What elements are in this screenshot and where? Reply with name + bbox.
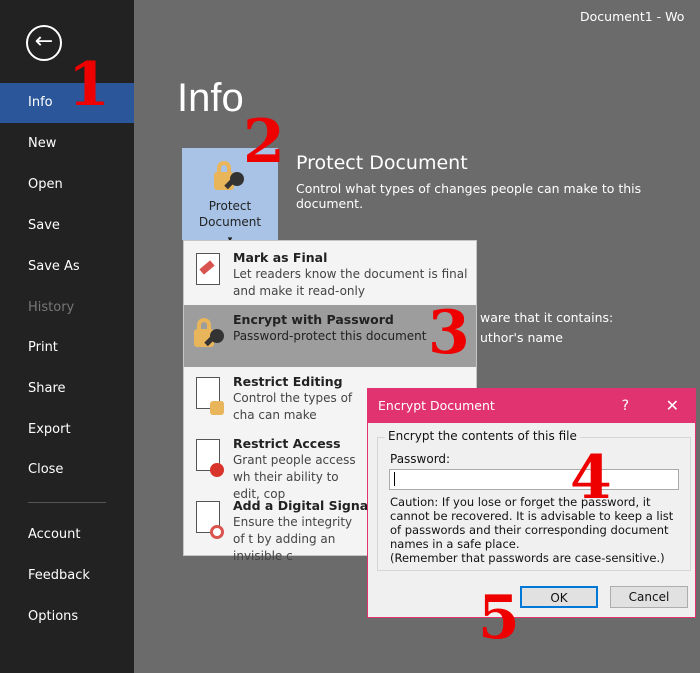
stamp-document-icon: [196, 253, 220, 285]
dialog-titlebar: Encrypt Document ? ✕: [368, 389, 695, 423]
caution-text: Caution: If you lose or forget the passw…: [390, 495, 685, 565]
annotation-5: 5: [478, 583, 520, 653]
sidebar-item-save[interactable]: Save: [0, 206, 134, 246]
sidebar-item-print[interactable]: Print: [0, 328, 134, 368]
encrypt-document-dialog: Encrypt Document ? ✕ Encrypt the content…: [367, 388, 696, 618]
password-label: Password:: [390, 452, 451, 466]
sidebar-divider: [28, 502, 106, 503]
reminder-text: (Remember that passwords are case-sensit…: [390, 551, 665, 565]
caution-paragraph: Caution: If you lose or forget the passw…: [390, 495, 674, 551]
inspect-text-1: ware that it contains:: [480, 310, 614, 325]
cancel-button[interactable]: Cancel: [610, 586, 688, 608]
annotation-4: 4: [570, 443, 612, 513]
backstage-sidebar: ← Info New Open Save Save As History Pri…: [0, 0, 134, 673]
annotation-2: 2: [243, 107, 285, 177]
annotation-3: 3: [428, 298, 470, 368]
protect-description: Control what types of changes people can…: [296, 181, 642, 211]
menu-item-desc: Let readers know the document is final a…: [233, 267, 468, 298]
menu-item-title: Mark as Final: [233, 250, 328, 265]
menu-item-mark-as-final[interactable]: Mark as Final Let readers know the docum…: [184, 243, 476, 305]
lock-badge-icon: [210, 401, 224, 415]
help-icon[interactable]: ?: [622, 389, 629, 423]
sidebar-item-new[interactable]: New: [0, 124, 134, 164]
sidebar-item-save-as[interactable]: Save As: [0, 247, 134, 287]
menu-item-desc: Ensure the integrity of t by adding an i…: [233, 515, 353, 563]
window-title: Document1 - Wo: [580, 9, 685, 24]
ribbon-badge-icon: [210, 525, 224, 539]
lock-key-icon: [190, 315, 230, 351]
encrypt-group: Encrypt the contents of this file Passwo…: [377, 429, 691, 571]
back-arrow-icon[interactable]: ←: [26, 25, 62, 61]
protect-document-label: Protect Document: [198, 199, 262, 229]
sidebar-item-feedback[interactable]: Feedback: [0, 556, 134, 596]
group-label: Encrypt the contents of this file: [385, 429, 580, 443]
inspect-text-2: uthor's name: [480, 330, 563, 345]
dialog-title: Encrypt Document: [378, 398, 495, 413]
sidebar-item-history: History: [28, 300, 75, 315]
sidebar-item-info[interactable]: Info: [0, 83, 134, 123]
password-input[interactable]: [389, 469, 679, 490]
no-entry-icon: [210, 463, 224, 477]
protect-heading: Protect Document: [296, 152, 468, 174]
annotation-1: 1: [68, 50, 110, 120]
menu-item-desc: Control the types of cha can make: [233, 391, 353, 422]
sidebar-item-open[interactable]: Open: [0, 165, 134, 205]
sidebar-item-export[interactable]: Export: [0, 410, 134, 450]
sidebar-item-options[interactable]: Options: [0, 597, 134, 637]
sidebar-item-share[interactable]: Share: [0, 369, 134, 409]
page-title: Info: [177, 76, 244, 120]
ok-button[interactable]: OK: [520, 586, 598, 608]
close-icon[interactable]: ✕: [666, 389, 679, 423]
sidebar-item-account[interactable]: Account: [0, 515, 134, 555]
sidebar-item-close[interactable]: Close: [0, 450, 134, 490]
